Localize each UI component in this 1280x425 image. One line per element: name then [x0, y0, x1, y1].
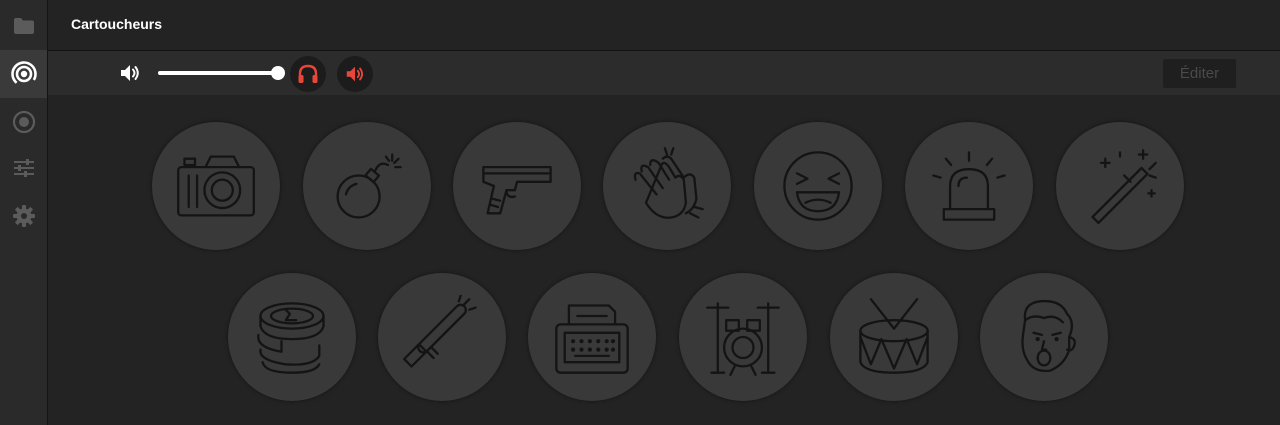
broadcast-icon: [10, 61, 37, 87]
pad-snare-drum[interactable]: [830, 273, 958, 401]
edit-button[interactable]: Éditer: [1163, 59, 1236, 88]
clapping-hands-icon: [633, 147, 704, 219]
volume-icon[interactable]: [118, 61, 142, 85]
volume-slider-thumb[interactable]: [271, 66, 285, 80]
pad-typewriter[interactable]: [528, 273, 656, 401]
pistol-icon: [482, 165, 552, 215]
bomb-icon: [336, 153, 402, 219]
lightsaber-icon: [402, 295, 477, 368]
siren-icon: [932, 151, 1006, 221]
laughing-face-icon: [783, 151, 853, 221]
pad-siren[interactable]: [905, 122, 1033, 250]
speaker-button[interactable]: [337, 56, 373, 92]
snare-drum-icon: [859, 298, 929, 374]
record-icon: [12, 110, 35, 134]
sidebar: [0, 0, 48, 425]
headphones-button[interactable]: [290, 56, 326, 92]
pad-pistol[interactable]: [453, 122, 581, 250]
headphones-icon: [298, 64, 318, 83]
page-title: Cartoucheurs: [71, 16, 163, 32]
speaker-icon: [346, 66, 364, 82]
sidebar-item-broadcast[interactable]: [0, 50, 47, 98]
sidebar-item-settings[interactable]: [0, 192, 47, 240]
surprised-face-icon: [1021, 299, 1076, 373]
typewriter-icon: [555, 304, 629, 374]
volume-slider[interactable]: [158, 66, 285, 80]
pad-bomb[interactable]: [303, 122, 431, 250]
volume-slider-fill: [158, 71, 278, 75]
gear-icon: [12, 205, 35, 227]
pad-applause[interactable]: [603, 122, 731, 250]
pad-camera[interactable]: [152, 122, 280, 250]
sidebar-item-files[interactable]: [0, 2, 47, 50]
pad-drum-kit[interactable]: [679, 273, 807, 401]
coins-icon: [257, 302, 325, 374]
pad-lightsaber[interactable]: [378, 273, 506, 401]
pad-coins[interactable]: [228, 273, 356, 401]
camera-icon: [177, 155, 255, 217]
sliders-icon: [13, 159, 34, 177]
pad-surprised[interactable]: [980, 273, 1108, 401]
pad-magic[interactable]: [1056, 122, 1184, 250]
top-bar: Cartoucheurs: [48, 0, 1280, 51]
drum-kit-icon: [706, 302, 780, 376]
controls-bar: Éditer: [48, 51, 1280, 95]
magic-wand-icon: [1091, 149, 1157, 225]
sidebar-item-record[interactable]: [0, 98, 47, 146]
pad-laugh[interactable]: [754, 122, 882, 250]
sidebar-item-mixer[interactable]: [0, 144, 47, 192]
folder-icon: [13, 18, 34, 34]
